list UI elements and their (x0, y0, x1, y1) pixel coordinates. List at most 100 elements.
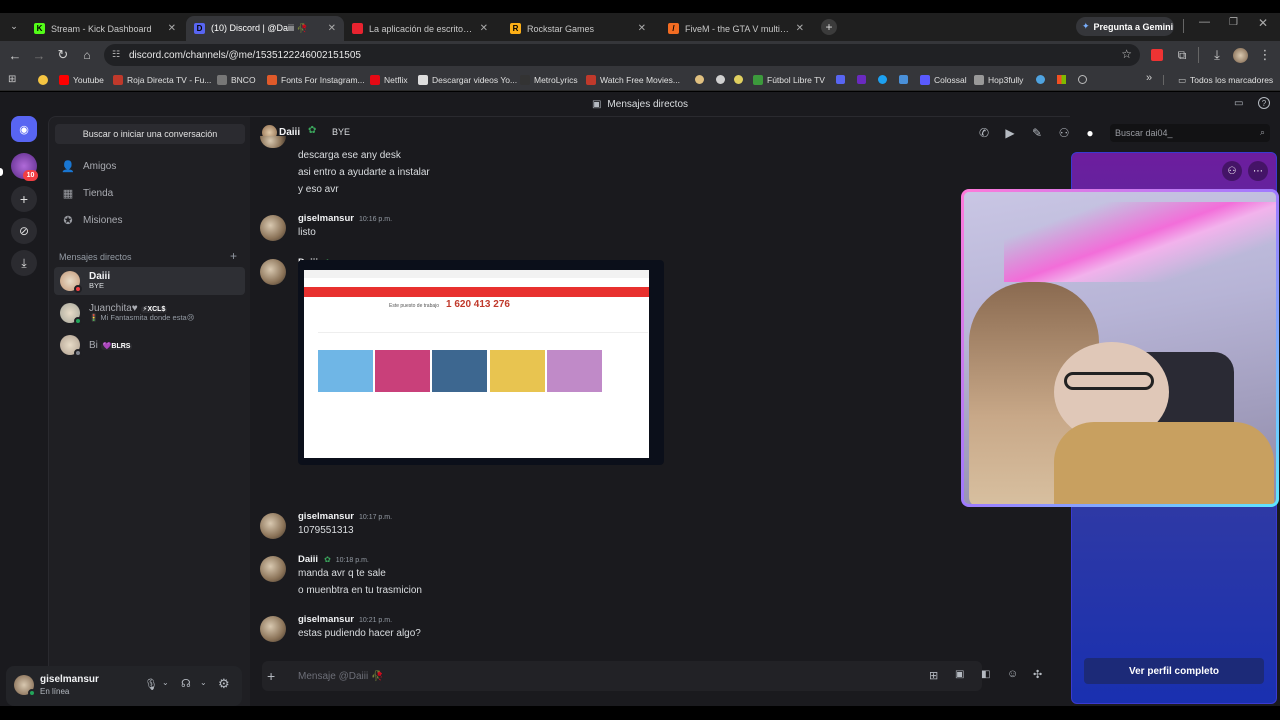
nav-item-amigos[interactable]: 👤 Amigos (57, 154, 243, 178)
microsoft-icon[interactable] (1057, 75, 1066, 84)
bookmark-icon-1[interactable] (695, 75, 704, 84)
message-author[interactable]: giselmansur (298, 511, 354, 522)
dm-item[interactable]: Daiii BYE (54, 267, 245, 295)
more-options-icon[interactable]: ⋯ (1248, 161, 1268, 181)
profile-avatar[interactable] (1233, 48, 1248, 63)
bookmark-item[interactable]: Netflix (370, 73, 408, 87)
download-icon[interactable]: ⤓ (1207, 45, 1227, 65)
discord-home-icon[interactable]: ◉ (11, 116, 37, 142)
help-icon[interactable]: ? (1258, 97, 1270, 109)
message-avatar[interactable] (260, 259, 286, 285)
bookmark-item[interactable]: Watch Free Movies... (586, 73, 680, 87)
more-bookmarks-icon[interactable]: » (1146, 72, 1152, 84)
message-avatar[interactable] (260, 513, 286, 539)
message-avatar[interactable] (260, 215, 286, 241)
bookmark-icon-4[interactable] (836, 75, 845, 84)
bookmark-icon-2[interactable] (716, 75, 725, 84)
bookmark-item[interactable]: MetroLyrics (520, 73, 578, 87)
audio-options-chevron-icon[interactable]: ⌄ (200, 678, 207, 687)
user-name[interactable]: giselmansur (40, 674, 99, 685)
settings-gear-icon[interactable]: ⚙ (218, 676, 230, 692)
menu-kebab-icon[interactable]: ⋮ (1255, 45, 1275, 65)
close-tab-icon[interactable]: ✕ (328, 23, 336, 34)
tab-4[interactable]: R Rockstar Games ✕ (502, 16, 654, 41)
emoji-icon[interactable]: ☺ (1007, 668, 1018, 680)
minimize-icon[interactable]: — (1199, 16, 1210, 28)
dm-search-button[interactable]: Buscar o iniciar una conversación (55, 124, 245, 144)
dm-item[interactable]: Juanchita♥ ⚡XCL$ 🚦 Mi Fantasmita donde es… (54, 299, 245, 327)
call-icon[interactable]: ✆ (976, 125, 992, 141)
message-avatar[interactable] (260, 556, 286, 582)
bookmark-emoji-icon[interactable] (38, 75, 48, 85)
close-tab-icon[interactable]: ✕ (480, 23, 488, 34)
bookmark-icon-6[interactable] (878, 75, 887, 84)
extensions-puzzle-icon[interactable]: ⧉ (1172, 45, 1192, 65)
gemini-button[interactable]: ✦ Pregunta a Gemini (1076, 17, 1174, 36)
message-composer[interactable]: + Mensaje @Daiii 🥀 ⊞ ▣ ◧ ☺ ✣ (262, 661, 1042, 691)
all-bookmarks-folder[interactable]: ▭ Todos los marcadores (1178, 73, 1273, 87)
user-avatar[interactable] (14, 675, 36, 697)
message-author[interactable]: giselmansur (298, 614, 354, 625)
create-dm-icon[interactable]: + (230, 249, 237, 263)
reload-icon[interactable]: ↻ (53, 45, 73, 65)
bookmark-star-icon[interactable]: ☆ (1121, 47, 1132, 61)
add-friend-icon[interactable]: ⚇ (1056, 125, 1072, 141)
close-tab-icon[interactable]: ✕ (638, 23, 646, 34)
bookmark-icon-7[interactable] (899, 75, 908, 84)
bookmark-icon-5[interactable] (857, 75, 866, 84)
headphones-icon[interactable]: ☊ (181, 677, 191, 690)
chat-search-input[interactable]: Buscar dai04_ ⌕ (1110, 124, 1270, 142)
add-attachment-icon[interactable]: + (267, 668, 275, 684)
bookmark-item[interactable]: Youtube (59, 73, 104, 87)
download-apps-icon[interactable]: ⤓ (11, 250, 37, 276)
maximize-icon[interactable]: ❐ (1229, 17, 1238, 28)
message-author[interactable]: Daiii (298, 554, 318, 565)
bookmark-item[interactable]: Fonts For Instagram... (267, 73, 365, 87)
forward-icon[interactable]: → (29, 45, 49, 65)
pin-icon[interactable]: ✎ (1029, 125, 1045, 141)
bookmark-item[interactable]: Fútbol Libre TV (753, 73, 825, 87)
bookmark-item[interactable]: Hop3fully (974, 73, 1023, 87)
tab-5[interactable]: / FiveM - the GTA V multiplayer ✕ (660, 16, 812, 41)
bookmark-icon-8[interactable] (1036, 75, 1045, 84)
tab-2[interactable]: D (10) Discord | @Daiii 🥀 ✕ (186, 16, 344, 41)
gif-icon[interactable]: ▣ (955, 669, 964, 680)
tab-search-icon[interactable]: ⌄ (4, 16, 24, 36)
sticker-icon[interactable]: ◧ (981, 669, 990, 680)
tab-1[interactable]: K Stream - Kick Dashboard ✕ (26, 16, 184, 41)
bookmark-item[interactable]: BNCO (217, 73, 256, 87)
image-attachment[interactable]: Este puesto de trabajo 1 620 413 276 (298, 260, 664, 465)
mic-options-chevron-icon[interactable]: ⌄ (162, 678, 169, 687)
bookmark-item[interactable]: Descargar videos Yo... (418, 73, 517, 87)
new-tab-button[interactable]: + (821, 19, 837, 35)
bookmark-item[interactable]: Colossal (920, 73, 967, 87)
close-tab-icon[interactable]: ✕ (796, 23, 804, 34)
user-profile-icon[interactable]: ● (1082, 125, 1098, 141)
gift-icon[interactable]: ⊞ (929, 669, 938, 682)
extension-icon[interactable] (1151, 49, 1163, 61)
add-friend-profile-icon[interactable]: ⚇ (1222, 161, 1242, 181)
tab-3[interactable]: La aplicación de escritorio remo ✕ (344, 16, 496, 41)
microphone-icon[interactable]: 🎙 (144, 678, 158, 691)
view-full-profile-button[interactable]: Ver perfil completo (1084, 658, 1264, 684)
close-tab-icon[interactable]: ✕ (168, 23, 176, 34)
back-icon[interactable]: ← (5, 45, 25, 65)
address-bar[interactable]: ☷ discord.com/channels/@me/1535122246002… (104, 44, 1140, 66)
discover-icon[interactable]: ⊘ (11, 218, 37, 244)
nav-item-misiones[interactable]: ✪ Misiones (57, 208, 243, 232)
message-avatar[interactable] (260, 616, 286, 642)
dm-item[interactable]: Bi 💜BLRS (54, 331, 245, 359)
inbox-icon[interactable]: ▭ (1234, 98, 1243, 109)
nav-item-tienda[interactable]: ▦ Tienda (57, 181, 243, 205)
globe-icon[interactable] (1078, 75, 1087, 84)
bookmark-icon-3[interactable] (734, 75, 743, 84)
close-window-icon[interactable]: ✕ (1258, 16, 1268, 30)
message-author[interactable]: giselmansur (298, 213, 354, 224)
site-info-icon[interactable]: ☷ (112, 49, 120, 60)
video-call-icon[interactable]: ▶ (1002, 125, 1018, 141)
apps-grid-icon[interactable]: ⊞ (8, 74, 16, 85)
add-server-icon[interactable]: + (11, 186, 37, 212)
home-icon[interactable]: ⌂ (77, 45, 97, 65)
apps-icon[interactable]: ✣ (1033, 668, 1042, 681)
bookmark-item[interactable]: Roja Directa TV - Fu... (113, 73, 211, 87)
